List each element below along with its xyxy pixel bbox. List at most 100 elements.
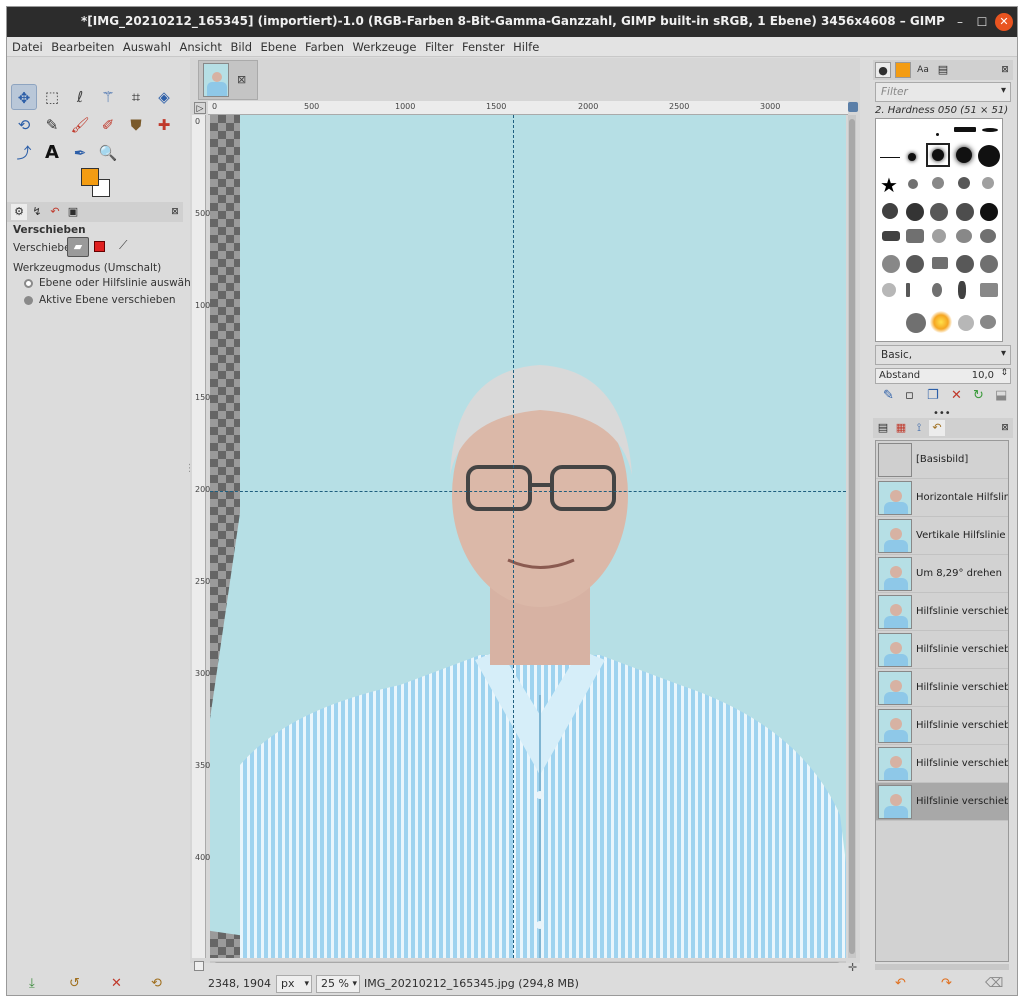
patterns-tab-icon[interactable] xyxy=(895,62,911,78)
paintbrush-icon[interactable]: 🖌 xyxy=(67,112,93,138)
brush-item[interactable] xyxy=(956,147,972,163)
brush-item[interactable] xyxy=(932,177,944,189)
undo-history-tab-icon[interactable]: ↶ xyxy=(47,204,63,220)
history-item[interactable]: Hilfslinie verschieben xyxy=(876,745,1008,783)
menu-fenster[interactable]: Fenster xyxy=(457,37,505,54)
menu-bearbeiten[interactable]: Bearbeiten xyxy=(46,37,114,54)
brush-item[interactable] xyxy=(956,203,974,221)
brush-item[interactable] xyxy=(932,283,942,297)
brush-item[interactable] xyxy=(982,177,994,189)
brush-item[interactable] xyxy=(882,231,900,241)
brush-tag-select[interactable]: Basic, ▾ xyxy=(875,345,1011,365)
brush-item[interactable] xyxy=(906,255,924,273)
paths-tab-icon[interactable]: ⟟ xyxy=(911,420,927,436)
delete-options-icon[interactable]: ✕ xyxy=(111,976,122,991)
history-item[interactable]: [Basisbild] xyxy=(876,441,1008,479)
channels-tab-icon[interactable]: ▦ xyxy=(893,420,909,436)
brush-item[interactable] xyxy=(906,203,924,221)
history-item[interactable]: Hilfslinie verschieben xyxy=(876,593,1008,631)
brush-item[interactable] xyxy=(958,281,966,299)
brush-item[interactable] xyxy=(980,315,996,329)
brush-item[interactable] xyxy=(980,255,998,273)
history-item[interactable]: Hilfslinie verschieben xyxy=(876,707,1008,745)
tool-options-tab-icon[interactable]: ⚙ xyxy=(11,204,27,220)
history-item[interactable]: Horizontale Hilfslinie hinzufügen xyxy=(876,479,1008,517)
navigate-icon[interactable] xyxy=(848,102,858,112)
document-history-tab-icon[interactable]: ▤ xyxy=(935,62,951,78)
spin-arrows-icon[interactable]: ⇕ xyxy=(1000,368,1008,378)
tab-menu-icon[interactable]: ⊠ xyxy=(997,62,1013,78)
reset-options-icon[interactable]: ⟲ xyxy=(151,976,162,991)
brush-item[interactable] xyxy=(956,255,974,273)
fuzzy-select-icon[interactable]: ⚚ xyxy=(95,84,121,110)
menu-ansicht[interactable]: Ansicht xyxy=(174,37,221,54)
history-item[interactable]: Hilfslinie verschieben xyxy=(876,669,1008,707)
brush-item[interactable] xyxy=(982,128,998,132)
left-dock-handle[interactable]: ⋮ xyxy=(185,464,195,474)
radio-pick-layer[interactable] xyxy=(24,279,33,288)
save-options-icon[interactable]: ⤓ xyxy=(29,976,35,991)
brush-item[interactable] xyxy=(906,313,926,333)
vertical-scroll-thumb[interactable] xyxy=(849,119,855,954)
clear-history-icon[interactable]: ⌫ xyxy=(985,976,1003,991)
heal-icon[interactable]: ✚ xyxy=(151,112,177,138)
images-tab-icon[interactable]: ▣ xyxy=(65,204,81,220)
crop-icon[interactable]: ⌗ xyxy=(123,84,149,110)
brush-item[interactable] xyxy=(882,255,900,273)
brush-item[interactable] xyxy=(882,283,896,297)
history-item[interactable]: Hilfslinie verschieben xyxy=(876,631,1008,669)
history-item[interactable]: Um 8,29° drehen xyxy=(876,555,1008,593)
brush-item[interactable] xyxy=(958,177,970,189)
zoom-image-toggle-icon[interactable] xyxy=(194,961,204,971)
brush-item-star[interactable]: ★ xyxy=(880,173,898,197)
navigate-cross-icon[interactable]: ✛ xyxy=(848,961,857,974)
delete-brush-icon[interactable]: ✕ xyxy=(951,388,962,403)
brush-item[interactable] xyxy=(882,203,898,219)
maximize-button[interactable]: ☐ xyxy=(973,13,991,31)
brush-item[interactable] xyxy=(906,283,910,297)
menu-hilfe[interactable]: Hilfe xyxy=(508,37,539,54)
close-tab-icon[interactable]: ⊠ xyxy=(237,73,246,86)
brush-item[interactable] xyxy=(956,229,972,243)
tab-menu-icon[interactable]: ⊠ xyxy=(167,204,183,220)
paths-icon[interactable]: ✎ xyxy=(39,112,65,138)
brush-filter-input[interactable]: Filter ▾ xyxy=(875,82,1011,102)
spacing-slider[interactable]: Abstand 10,0 ⇕ xyxy=(875,368,1011,384)
brush-grid[interactable]: ★ xyxy=(875,118,1003,342)
eraser-icon[interactable]: ✐ xyxy=(95,112,121,138)
layers-tab-icon[interactable]: ▤ xyxy=(875,420,891,436)
open-brush-icon[interactable]: ⬓ xyxy=(995,388,1007,403)
tab-menu-icon[interactable]: ⊠ xyxy=(997,420,1013,436)
brush-item[interactable] xyxy=(980,229,996,243)
brush-item[interactable] xyxy=(930,311,952,333)
image-tab[interactable]: ⊠ xyxy=(198,60,258,100)
brush-item[interactable] xyxy=(908,153,916,161)
horizontal-ruler[interactable]: 0 500 1000 1500 2000 2500 3000 xyxy=(208,101,848,115)
clone-icon[interactable]: ⛊ xyxy=(123,112,149,138)
brush-item[interactable] xyxy=(880,157,900,158)
horizontal-guide[interactable] xyxy=(210,491,846,492)
move-icon[interactable]: ✥ xyxy=(11,84,37,110)
layer-mode-icon[interactable]: ▰ xyxy=(67,237,89,257)
history-item-selected[interactable]: Hilfslinie verschieben xyxy=(876,783,1008,821)
brushes-tab-icon[interactable]: ● xyxy=(875,62,891,78)
menu-bild[interactable]: Bild xyxy=(225,37,252,54)
brush-item[interactable] xyxy=(932,229,946,243)
undo-icon[interactable]: ↶ xyxy=(895,976,906,991)
color-picker-icon[interactable]: ✒ xyxy=(67,140,93,166)
refresh-brushes-icon[interactable]: ↻ xyxy=(973,388,984,403)
menu-ebene[interactable]: Ebene xyxy=(256,37,297,54)
quick-mask-toggle-icon[interactable]: ▷ xyxy=(194,102,206,114)
menu-auswahl[interactable]: Auswahl xyxy=(118,37,171,54)
text-icon[interactable]: A xyxy=(39,140,65,166)
history-scrollbar[interactable] xyxy=(875,964,1009,970)
undo-history-list[interactable]: [Basisbild] Horizontale Hilfslinie hinzu… xyxy=(875,440,1009,962)
minimize-button[interactable]: – xyxy=(951,13,969,31)
device-status-tab-icon[interactable]: ↯ xyxy=(29,204,45,220)
zoom-select[interactable]: 25 % ▾ xyxy=(316,975,360,993)
brush-item[interactable] xyxy=(936,133,939,136)
warp-icon[interactable]: ⟲ xyxy=(11,112,37,138)
brush-item[interactable] xyxy=(980,283,998,297)
redo-icon[interactable]: ↷ xyxy=(941,976,952,991)
lasso-icon[interactable]: ℓ xyxy=(67,84,93,110)
